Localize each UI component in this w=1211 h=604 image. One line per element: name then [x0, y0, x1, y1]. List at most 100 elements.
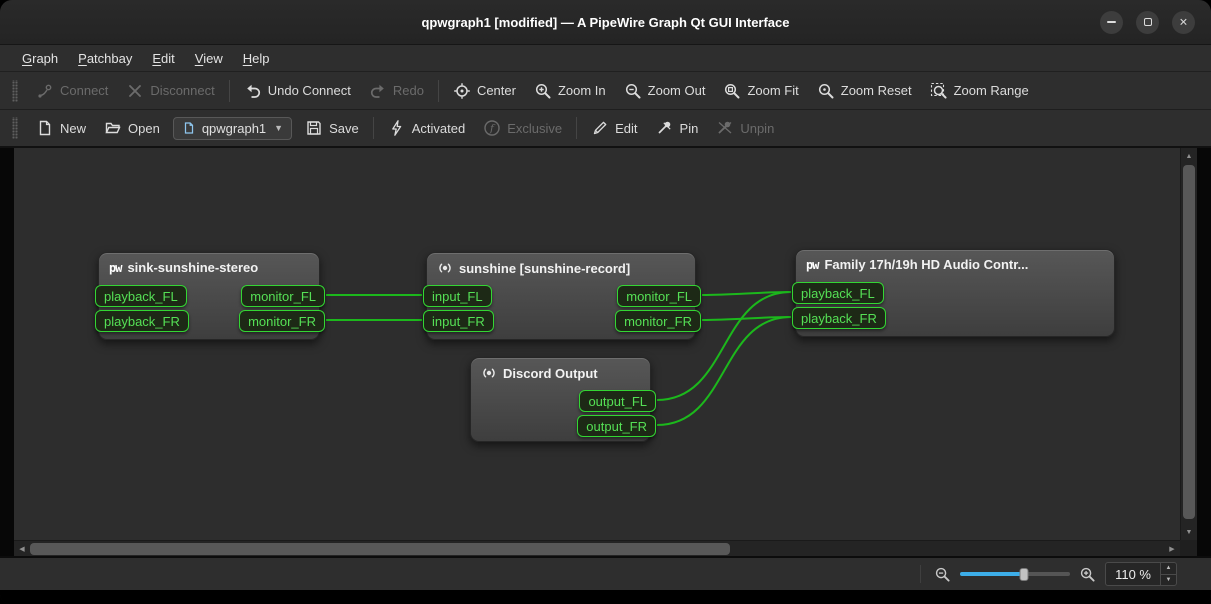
zoom-in-button[interactable]: Zoom In [525, 77, 615, 105]
pipewire-icon: pw [806, 258, 818, 272]
sunshine-port-input-fr[interactable]: input_FR [423, 310, 494, 332]
scroll-down-arrow[interactable]: ▼ [1181, 524, 1197, 540]
zoom-reset-label: Zoom Reset [841, 83, 912, 98]
chevron-down-icon: ▼ [274, 123, 283, 133]
undo-icon [244, 82, 262, 100]
center-icon [453, 82, 471, 100]
menu-edit[interactable]: Edit [142, 48, 184, 69]
menu-patchbay[interactable]: Patchbay [68, 48, 142, 69]
undo-connect-button[interactable]: Undo Connect [235, 77, 360, 105]
record-icon [481, 365, 497, 381]
sink-port-playback-fr[interactable]: playback_FR [95, 310, 189, 332]
node-sunshine-record[interactable]: sunshine [sunshine-record] input_FL inpu… [426, 252, 696, 340]
node-title: sink-sunshine-stereo [127, 260, 258, 275]
zoom-fit-button[interactable]: Zoom Fit [714, 77, 807, 105]
toolbar-drag-handle[interactable] [12, 117, 18, 139]
horizontal-scrollbar[interactable]: ◀ ▶ [14, 540, 1180, 556]
vertical-scrollbar[interactable]: ▲ ▼ [1180, 148, 1197, 540]
patchbay-selector[interactable]: qpwgraph1 ▼ [173, 117, 292, 140]
menu-view[interactable]: View [185, 48, 233, 69]
zoom-range-button[interactable]: Zoom Range [921, 77, 1038, 105]
scroll-right-arrow[interactable]: ▶ [1164, 541, 1180, 557]
zoom-slider[interactable] [960, 565, 1070, 583]
save-button[interactable]: Save [296, 114, 368, 142]
zoom-in-icon[interactable] [1079, 566, 1096, 583]
zoom-value[interactable]: 110 % [1106, 563, 1160, 585]
connect-button[interactable]: Connect [27, 77, 117, 105]
node-title: Family 17h/19h HD Audio Contr... [824, 257, 1028, 272]
minimize-button[interactable] [1100, 11, 1123, 34]
zoom-slider-track[interactable] [960, 572, 1070, 576]
zoom-out-icon[interactable] [934, 566, 951, 583]
discord-port-output-fr[interactable]: output_FR [577, 415, 656, 437]
node-family-hd-audio[interactable]: pw Family 17h/19h HD Audio Contr... play… [795, 249, 1115, 337]
node-discord-output[interactable]: Discord Output output_FL output_FR [470, 357, 651, 442]
node-header[interactable]: pw Family 17h/19h HD Audio Contr... [796, 250, 1114, 272]
center-button[interactable]: Center [444, 77, 525, 105]
disconnect-button[interactable]: Disconnect [117, 77, 223, 105]
zoom-spinbox[interactable]: 110 % ▲ ▼ [1105, 562, 1177, 586]
scroll-left-arrow[interactable]: ◀ [14, 541, 30, 557]
open-folder-icon [104, 119, 122, 137]
zoom-range-icon [930, 82, 948, 100]
zoom-spin-down[interactable]: ▼ [1161, 575, 1176, 586]
toolbar-separator [438, 80, 439, 102]
menubar: Graph Patchbay Edit View Help [0, 45, 1211, 72]
family-port-playback-fr[interactable]: playback_FR [792, 307, 886, 329]
horizontal-scroll-handle[interactable] [30, 543, 730, 555]
unpin-button[interactable]: Unpin [707, 114, 783, 142]
node-header[interactable]: sunshine [sunshine-record] [427, 253, 695, 276]
menu-graph[interactable]: Graph [12, 48, 68, 69]
zoom-fit-label: Zoom Fit [747, 83, 798, 98]
sink-port-monitor-fl[interactable]: monitor_FL [241, 285, 325, 307]
toolbar-drag-handle[interactable] [12, 80, 18, 102]
activated-button[interactable]: Activated [379, 114, 474, 142]
sink-port-playback-fl[interactable]: playback_FL [95, 285, 187, 307]
sink-port-monitor-fr[interactable]: monitor_FR [239, 310, 325, 332]
unpin-label: Unpin [740, 121, 774, 136]
discord-port-output-fl[interactable]: output_FL [579, 390, 656, 412]
zoom-out-label: Zoom Out [648, 83, 706, 98]
edit-label: Edit [615, 121, 637, 136]
zoom-reset-button[interactable]: Zoom Reset [808, 77, 921, 105]
exclusive-icon: f [483, 119, 501, 137]
redo-button[interactable]: Redo [360, 77, 433, 105]
vertical-scroll-handle[interactable] [1183, 165, 1195, 519]
open-button[interactable]: Open [95, 114, 169, 142]
sunshine-port-monitor-fl[interactable]: monitor_FL [617, 285, 701, 307]
pin-button[interactable]: Pin [647, 114, 708, 142]
scrollbar-corner [1180, 540, 1197, 556]
close-icon: × [1179, 15, 1187, 29]
toolbar-separator [576, 117, 577, 139]
pin-label: Pin [680, 121, 699, 136]
exclusive-button[interactable]: f Exclusive [474, 114, 571, 142]
pipewire-icon: pw [109, 261, 121, 275]
new-button[interactable]: New [27, 114, 95, 142]
menu-help[interactable]: Help [233, 48, 280, 69]
toolbar-separator [373, 117, 374, 139]
sunshine-port-input-fl[interactable]: input_FL [423, 285, 492, 307]
zoom-spin-up[interactable]: ▲ [1161, 563, 1176, 575]
patchbay-file-icon [182, 121, 196, 135]
node-header[interactable]: pw sink-sunshine-stereo [99, 253, 319, 275]
center-label: Center [477, 83, 516, 98]
record-icon [437, 260, 453, 276]
zoom-slider-handle[interactable] [1019, 568, 1028, 581]
connect-icon [36, 82, 54, 100]
save-icon [305, 119, 323, 137]
disconnect-label: Disconnect [150, 83, 214, 98]
maximize-button[interactable] [1136, 11, 1159, 34]
scroll-up-arrow[interactable]: ▲ [1181, 148, 1197, 164]
zoom-fit-icon [723, 82, 741, 100]
zoom-out-button[interactable]: Zoom Out [615, 77, 715, 105]
titlebar[interactable]: qpwgraph1 [modified] — A PipeWire Graph … [0, 0, 1211, 45]
node-sink-sunshine-stereo[interactable]: pw sink-sunshine-stereo playback_FL play… [98, 252, 320, 340]
zoom-out-icon [624, 82, 642, 100]
edit-button[interactable]: Edit [582, 114, 646, 142]
sunshine-port-monitor-fr[interactable]: monitor_FR [615, 310, 701, 332]
graph-canvas[interactable]: pw sink-sunshine-stereo playback_FL play… [14, 148, 1180, 540]
family-port-playback-fl[interactable]: playback_FL [792, 282, 884, 304]
toolbar-separator [229, 80, 230, 102]
node-header[interactable]: Discord Output [471, 358, 650, 381]
close-button[interactable]: × [1172, 11, 1195, 34]
